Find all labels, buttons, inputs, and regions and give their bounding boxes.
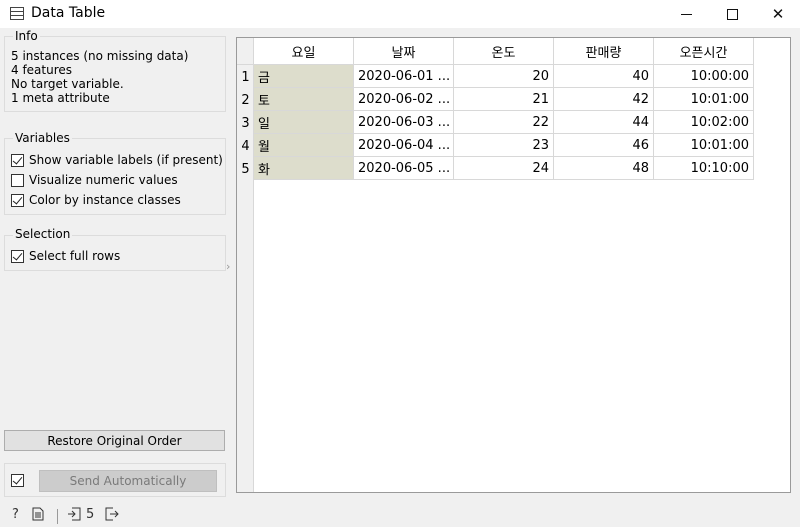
select-full-rows-checkbox[interactable]: Select full rows	[11, 248, 120, 264]
table-cell[interactable]: 46	[554, 134, 654, 157]
table-cell[interactable]: 20	[454, 65, 554, 88]
info-features: 4 features	[11, 63, 73, 77]
table-cell[interactable]: 10:00:00	[654, 65, 754, 88]
table-cell[interactable]: 월	[254, 134, 354, 157]
data-table[interactable]: 요일 날짜 온도 판매량 오픈시간 1 금 2020-06-01 ... 20 …	[236, 37, 791, 493]
status-separator	[57, 509, 58, 524]
column-header-sales[interactable]: 판매량	[554, 38, 654, 65]
title-bar: Data Table ✕	[0, 0, 800, 28]
table-cell[interactable]: 10:10:00	[654, 157, 754, 180]
color-by-class-checkbox[interactable]: Color by instance classes	[11, 192, 181, 208]
table-cell[interactable]: 10:02:00	[654, 111, 754, 134]
table-icon	[10, 7, 24, 20]
minimize-icon	[680, 13, 692, 15]
table-cell[interactable]: 42	[554, 88, 654, 111]
maximize-button[interactable]	[709, 0, 755, 28]
table-cell[interactable]: 일	[254, 111, 354, 134]
row-number[interactable]: 5	[237, 158, 254, 181]
window-title: Data Table	[31, 5, 106, 21]
table-corner[interactable]	[237, 38, 254, 65]
input-count: 5	[86, 507, 95, 522]
table-cell[interactable]: 2020-06-03 ...	[354, 111, 454, 134]
table-cell[interactable]: 2020-06-04 ...	[354, 134, 454, 157]
table-cell[interactable]: 2020-06-01 ...	[354, 65, 454, 88]
row-number[interactable]: 3	[237, 112, 254, 135]
select-full-rows-label: Select full rows	[29, 249, 121, 263]
show-variable-labels-label: Show variable labels (if present)	[29, 153, 223, 167]
table-cell[interactable]: 21	[454, 88, 554, 111]
table-cell[interactable]: 48	[554, 157, 654, 180]
checkbox-icon[interactable]	[11, 173, 24, 187]
column-header-day[interactable]: 요일	[254, 38, 354, 65]
table-cell[interactable]: 화	[254, 157, 354, 180]
row-number[interactable]: 2	[237, 89, 254, 112]
info-instances: 5 instances (no missing data)	[11, 49, 189, 63]
restore-original-order-button[interactable]: Restore Original Order	[4, 430, 225, 451]
table-cell[interactable]: 2020-06-02 ...	[354, 88, 454, 111]
checkbox-icon[interactable]	[11, 153, 24, 167]
input-icon	[67, 507, 81, 521]
table-cell[interactable]: 22	[454, 111, 554, 134]
maximize-icon	[726, 8, 738, 20]
table-cell[interactable]: 10:01:00	[654, 134, 754, 157]
info-title: Info	[13, 29, 40, 43]
row-number[interactable]: 1	[237, 66, 254, 89]
status-bar: ? 5	[0, 505, 800, 527]
table-cell[interactable]: 토	[254, 88, 354, 111]
table-cell[interactable]: 10:01:00	[654, 88, 754, 111]
send-automatically-button[interactable]: Send Automatically	[39, 470, 217, 492]
table-cell[interactable]: 44	[554, 111, 654, 134]
report-icon[interactable]	[32, 507, 44, 521]
info-meta: 1 meta attribute	[11, 91, 110, 105]
table-cell[interactable]: 23	[454, 134, 554, 157]
minimize-button[interactable]	[663, 0, 709, 28]
variables-title: Variables	[13, 131, 72, 145]
table-cell[interactable]: 금	[254, 65, 354, 88]
column-header-open-time[interactable]: 오픈시간	[654, 38, 754, 65]
table-cell[interactable]: 40	[554, 65, 654, 88]
visualize-numeric-label: Visualize numeric values	[29, 173, 178, 187]
send-automatically-box: Send Automatically	[4, 463, 226, 497]
visualize-numeric-checkbox[interactable]: Visualize numeric values	[11, 172, 178, 188]
column-header-date[interactable]: 날짜	[354, 38, 454, 65]
show-variable-labels-checkbox[interactable]: Show variable labels (if present)	[11, 152, 223, 168]
output-icon	[105, 507, 119, 521]
auto-send-checkbox[interactable]	[11, 474, 24, 487]
row-number[interactable]: 4	[237, 135, 254, 158]
selection-title: Selection	[13, 227, 73, 241]
color-by-class-label: Color by instance classes	[29, 193, 181, 207]
column-header-temperature[interactable]: 온도	[454, 38, 554, 65]
table-cell[interactable]: 2020-06-05 ...	[354, 157, 454, 180]
close-button[interactable]: ✕	[755, 0, 800, 28]
checkbox-icon[interactable]	[11, 193, 24, 207]
info-target: No target variable.	[11, 77, 124, 91]
checkbox-icon[interactable]	[11, 249, 24, 263]
close-icon: ✕	[771, 5, 785, 23]
collapse-panel-icon[interactable]: ›	[226, 260, 230, 273]
help-icon[interactable]: ?	[12, 507, 19, 522]
control-panel: Info 5 instances (no missing data) 4 fea…	[0, 28, 233, 498]
table-cell[interactable]: 24	[454, 157, 554, 180]
